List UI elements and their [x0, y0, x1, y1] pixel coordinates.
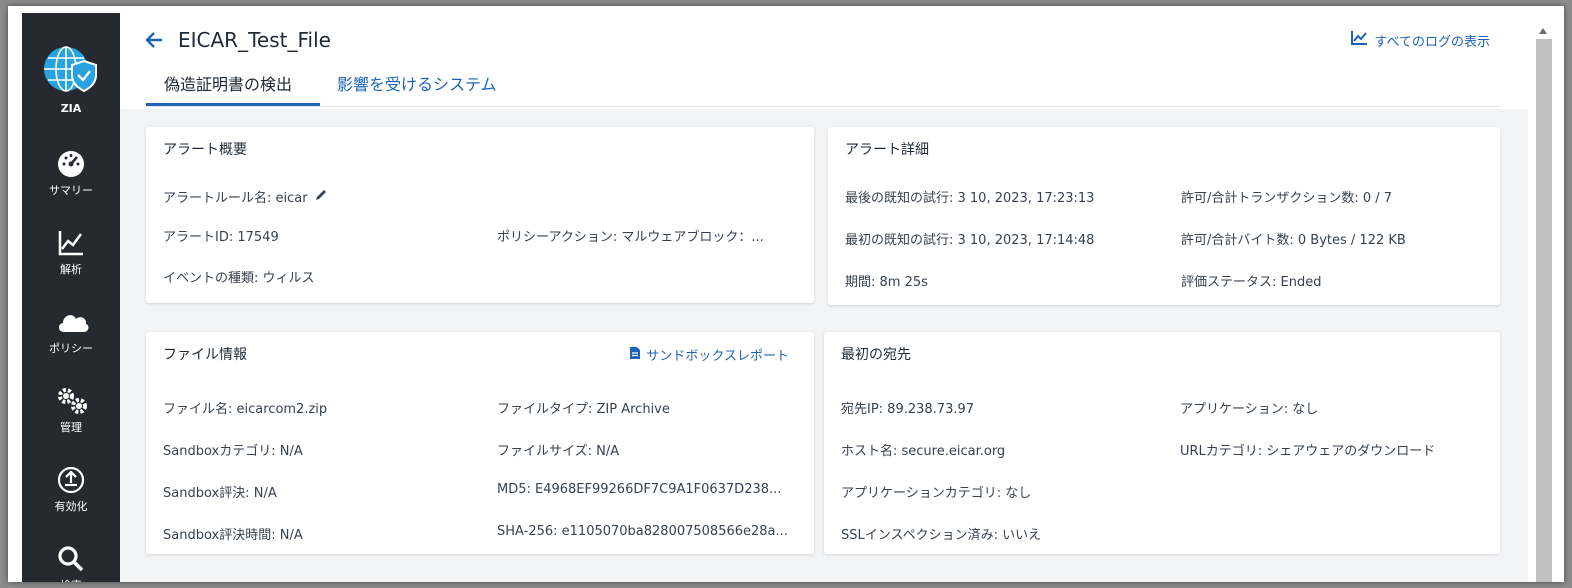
application: アプリケーション: なし [1180, 402, 1319, 417]
zia-logo-icon[interactable] [42, 45, 98, 97]
first-destination-card: 最初の宛先 宛先IP: 89.238.73.97 ホスト名: secure.ei… [824, 332, 1500, 554]
nav-item-analytics[interactable]: 解析 [22, 229, 120, 289]
nav-label: ポリシー [49, 342, 93, 355]
header: EICAR_Test_File すべてのログの表示 偽造証明書の検出 影響を受け… [120, 13, 1528, 109]
chart-line-icon [1350, 30, 1368, 50]
file-type: ファイルタイプ: ZIP Archive [497, 402, 670, 417]
sha256-hash: SHA-256: e1105070ba828007508566e28a... [497, 524, 788, 539]
sandbox-report-link[interactable]: サンドボックスレポート [629, 345, 789, 364]
nav-label: サマリー [49, 184, 93, 197]
gears-icon [56, 387, 87, 415]
url-category: URLカテゴリ: シェアウェアのダウンロード [1180, 444, 1436, 459]
logo-label: ZIA [60, 102, 82, 115]
cloud-icon [56, 308, 89, 336]
sandbox-verdict: Sandbox評決: N/A [163, 486, 277, 501]
view-all-logs-label: すべてのログの表示 [1374, 34, 1490, 50]
upload-icon [56, 466, 86, 494]
document-icon [629, 346, 641, 364]
nav-item-admin[interactable]: 管理 [22, 387, 120, 447]
nav-label: 検索 [22, 577, 120, 582]
search-icon [56, 545, 86, 573]
view-all-logs-link[interactable]: すべてのログの表示 [1350, 30, 1490, 50]
alert-rule-name-field: アラートルール名: eicar [163, 187, 328, 206]
nav-label: 有効化 [54, 500, 88, 513]
nav-item-activate[interactable]: 有効化 [22, 466, 120, 526]
alert-details-card: アラート詳細 最後の既知の試行: 3 10, 2023, 17:23:13 最初… [828, 127, 1500, 305]
sandbox-category: Sandboxカテゴリ: N/A [163, 444, 303, 459]
nav-item-summary[interactable]: サマリー [22, 150, 120, 210]
hostname: ホスト名: secure.eicar.org [841, 444, 1006, 459]
file-info-card: ファイル情報 サンドボックスレポート ファイル名: eicarcom2.zip … [146, 332, 814, 554]
byte-count: 許可/合計バイト数: 0 Bytes / 122 KB [1181, 233, 1406, 248]
vertical-scrollbar[interactable] [1528, 13, 1564, 582]
tab-affected-systems[interactable]: 影響を受けるシステム [337, 71, 497, 106]
duration: 期間: 8m 25s [845, 275, 928, 290]
destination-ip: 宛先IP: 89.238.73.97 [841, 402, 975, 417]
card-title: アラート詳細 [845, 142, 929, 158]
tab-bar: 偽造証明書の検出 影響を受けるシステム [146, 61, 1501, 107]
ssl-inspected: SSLインスペクション済み: いいえ [841, 528, 1042, 543]
nav-item-policy[interactable]: ポリシー [22, 308, 120, 368]
nav-label: 管理 [60, 421, 82, 434]
first-known-attempt: 最初の既知の試行: 3 10, 2023, 17:14:48 [845, 233, 1095, 248]
nav-item-search[interactable]: 検索 [22, 545, 120, 582]
file-size: ファイルサイズ: N/A [497, 444, 620, 459]
analytics-icon [56, 229, 86, 257]
page-title: EICAR_Test_File [178, 28, 331, 52]
event-type: イベントの種類: ウィルス [163, 271, 315, 286]
back-arrow-icon[interactable] [144, 29, 166, 51]
nav-label: 解析 [60, 263, 82, 276]
sidebar: ZIA サマリー 解析 ポリシー 管理 有効化 [22, 13, 120, 582]
card-title: ファイル情報 [163, 347, 247, 363]
evaluation-status: 評価ステータス: Ended [1181, 275, 1322, 290]
app-window: ZIA サマリー 解析 ポリシー 管理 有効化 EICAR_Test_File … [8, 6, 1564, 582]
alert-rule-name: アラートルール名: eicar [163, 191, 308, 206]
card-title: アラート概要 [163, 142, 247, 158]
transaction-count: 許可/合計トランザクション数: 0 / 7 [1181, 191, 1393, 206]
application-category: アプリケーションカテゴリ: なし [841, 486, 1032, 501]
policy-action: ポリシーアクション: マルウェアブロック：... [497, 230, 764, 245]
pencil-edit-icon[interactable] [314, 188, 328, 206]
card-title: 最初の宛先 [841, 347, 911, 363]
sandbox-verdict-time: Sandbox評決時間: N/A [163, 528, 303, 543]
file-name: ファイル名: eicarcom2.zip [163, 402, 328, 417]
main-content: EICAR_Test_File すべてのログの表示 偽造証明書の検出 影響を受け… [120, 13, 1528, 582]
tab-fake-cert-detection[interactable]: 偽造証明書の検出 [146, 71, 320, 106]
md5-hash: MD5: E4968EF99266DF7C9A1F0637D238... [497, 482, 782, 497]
scroll-up-arrow-icon[interactable] [1538, 21, 1548, 34]
sandbox-report-label: サンドボックスレポート [646, 349, 789, 364]
alert-id: アラートID: 17549 [163, 230, 279, 245]
alert-summary-card: アラート概要 アラートルール名: eicar アラートID: 17549 ポリシ… [146, 127, 814, 303]
dashboard-icon [56, 150, 86, 178]
last-known-attempt: 最後の既知の試行: 3 10, 2023, 17:23:13 [845, 191, 1095, 206]
scrollbar-thumb[interactable] [1536, 39, 1552, 582]
